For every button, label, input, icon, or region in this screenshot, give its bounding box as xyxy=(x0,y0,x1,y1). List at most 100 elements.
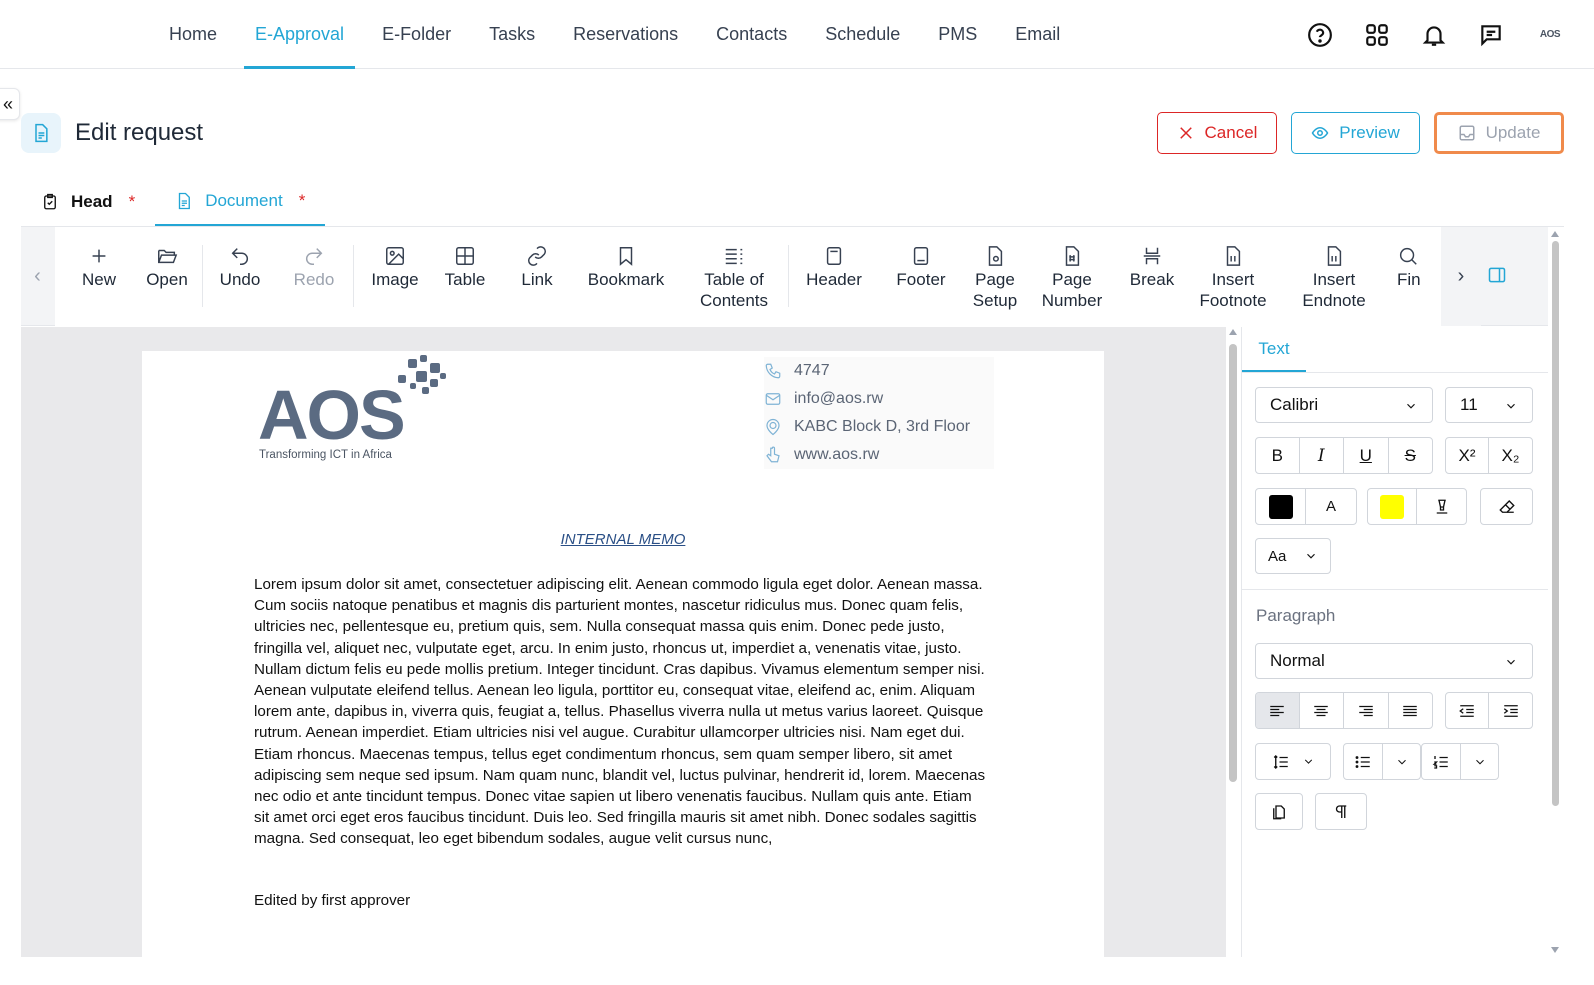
nav-e-folder[interactable]: E-Folder xyxy=(363,0,470,69)
ribbon-footer-button[interactable]: Footer xyxy=(893,227,949,326)
alignment-group xyxy=(1255,692,1433,729)
ribbon-insert-footnote-button[interactable]: Insert Footnote xyxy=(1190,227,1276,326)
bullet-list-button[interactable] xyxy=(1344,744,1383,779)
scroll-up-arrow[interactable] xyxy=(1551,231,1559,237)
align-justify-button[interactable] xyxy=(1389,693,1432,728)
scroll-up-arrow[interactable] xyxy=(1229,329,1237,335)
nav-home[interactable]: Home xyxy=(150,0,236,69)
ribbon-open-button[interactable]: Open xyxy=(141,227,193,326)
ribbon-undo-button[interactable]: Undo xyxy=(215,227,265,326)
nav-tasks[interactable]: Tasks xyxy=(470,0,554,69)
ribbon-redo-button[interactable]: Redo xyxy=(289,227,339,326)
help-icon[interactable] xyxy=(1306,21,1333,48)
nav-pms[interactable]: PMS xyxy=(919,0,996,69)
chat-icon[interactable] xyxy=(1477,21,1504,48)
side-panel-toggle[interactable] xyxy=(1487,265,1511,289)
apps-grid-icon[interactable] xyxy=(1363,21,1390,48)
highlight-button[interactable] xyxy=(1417,489,1466,524)
font-family-select[interactable]: Calibri xyxy=(1255,387,1433,423)
numbered-list-button[interactable] xyxy=(1422,744,1461,779)
panel-tab-divider xyxy=(1242,372,1548,373)
align-left-button[interactable] xyxy=(1256,693,1300,728)
update-button[interactable]: Update xyxy=(1434,112,1564,154)
ribbon-label: Page Setup xyxy=(972,270,1018,310)
nav-schedule[interactable]: Schedule xyxy=(806,0,919,69)
ribbon-separator xyxy=(788,245,789,307)
outdent-icon xyxy=(1459,704,1474,717)
contact-phone-text: 4747 xyxy=(794,362,830,379)
avatar[interactable]: AOS xyxy=(1534,29,1566,40)
document-canvas[interactable]: AOS Transforming ICT in Africa 4747 info… xyxy=(21,327,1226,957)
ribbon-find-button[interactable]: Fin xyxy=(1397,227,1441,326)
underline-button[interactable]: U xyxy=(1344,438,1389,473)
outdent-button[interactable] xyxy=(1446,693,1490,728)
bell-icon[interactable] xyxy=(1420,21,1447,48)
ribbon-insert-endnote-button[interactable]: Insert Endnote xyxy=(1294,227,1374,326)
ribbon-page-setup-button[interactable]: Page Setup xyxy=(969,227,1021,326)
align-right-button[interactable] xyxy=(1344,693,1389,728)
clear-formatting-button[interactable] xyxy=(1481,489,1532,524)
nav-reservations[interactable]: Reservations xyxy=(554,0,697,69)
font-size-select[interactable]: 11 xyxy=(1445,387,1533,423)
company-logo: AOS Transforming ICT in Africa xyxy=(258,355,458,467)
preview-button[interactable]: Preview xyxy=(1291,112,1420,154)
undo-icon xyxy=(231,248,248,265)
italic-button[interactable]: I xyxy=(1300,438,1345,473)
ribbon-label: Image xyxy=(371,270,419,289)
panel-right-icon xyxy=(1488,267,1506,283)
canvas-scroll-thumb[interactable] xyxy=(1229,344,1237,782)
ribbon-link-button[interactable]: Link xyxy=(516,227,558,326)
ribbon-toc-button[interactable]: Table of Contents xyxy=(691,227,777,326)
ribbon-label: Undo xyxy=(219,270,261,289)
tab-head[interactable]: Head * xyxy=(21,178,155,226)
indent-button[interactable] xyxy=(1489,693,1532,728)
ribbon-table-button[interactable]: Table xyxy=(439,227,491,326)
sidebar-collapse-button[interactable]: « xyxy=(0,88,20,120)
cancel-button[interactable]: Cancel xyxy=(1157,112,1277,154)
ribbon-scroll-left[interactable]: ‹ xyxy=(21,227,54,326)
nav-contacts[interactable]: Contacts xyxy=(697,0,806,69)
ribbon-break-button[interactable]: Break xyxy=(1124,227,1180,326)
bullet-list-dropdown[interactable] xyxy=(1383,744,1420,779)
subscript-button[interactable]: X₂ xyxy=(1489,438,1532,473)
ribbon-label: Table of Contents xyxy=(699,270,769,310)
ribbon-page-number-button[interactable]: Page Number xyxy=(1037,227,1107,326)
eraser-icon xyxy=(1498,499,1515,513)
canvas-scrollbar[interactable] xyxy=(1226,327,1240,957)
ribbon-label: Insert Endnote xyxy=(1302,270,1366,310)
editor-ribbon: ‹ New Open Undo Redo Image Table Link Bo… xyxy=(21,227,1562,326)
page-scroll-thumb[interactable] xyxy=(1552,241,1559,806)
formatting-marks-group xyxy=(1315,793,1367,830)
tab-text[interactable]: Text xyxy=(1242,327,1306,372)
numbered-list-dropdown[interactable] xyxy=(1461,744,1498,779)
contact-website-text: www.aos.rw xyxy=(794,446,880,463)
line-spacing-button[interactable] xyxy=(1256,744,1330,779)
font-color-button[interactable]: A xyxy=(1306,489,1356,524)
font-color-swatch[interactable] xyxy=(1256,489,1306,524)
image-icon xyxy=(386,247,404,265)
scroll-down-arrow[interactable] xyxy=(1551,947,1559,953)
change-case-select[interactable]: Aa xyxy=(1255,538,1331,574)
nav-e-approval[interactable]: E-Approval xyxy=(236,0,363,69)
color-swatch xyxy=(1380,494,1404,519)
strikethrough-button[interactable]: S xyxy=(1389,438,1432,473)
ribbon-bookmark-button[interactable]: Bookmark xyxy=(583,227,669,326)
paragraph-settings-button[interactable] xyxy=(1256,794,1302,829)
show-formatting-marks-button[interactable] xyxy=(1316,794,1366,829)
superscript-button[interactable]: X² xyxy=(1446,438,1490,473)
change-case-value: Aa xyxy=(1268,547,1287,565)
highlight-color-swatch[interactable] xyxy=(1368,489,1418,524)
logo-text: AOS xyxy=(258,376,406,454)
align-center-button[interactable] xyxy=(1300,693,1345,728)
ribbon-scroll-right[interactable]: › xyxy=(1441,227,1481,326)
bold-button[interactable]: B xyxy=(1256,438,1300,473)
tab-document[interactable]: Document * xyxy=(155,178,326,226)
ribbon-image-button[interactable]: Image xyxy=(367,227,423,326)
paragraph-style-select[interactable]: Normal xyxy=(1255,643,1533,679)
page-scrollbar[interactable] xyxy=(1548,227,1562,957)
ribbon-new-button[interactable]: New xyxy=(77,227,121,326)
toc-icon xyxy=(725,248,743,265)
document-page[interactable]: AOS Transforming ICT in Africa 4747 info… xyxy=(142,351,1104,957)
nav-email[interactable]: Email xyxy=(996,0,1079,69)
ribbon-header-button[interactable]: Header xyxy=(801,227,867,326)
